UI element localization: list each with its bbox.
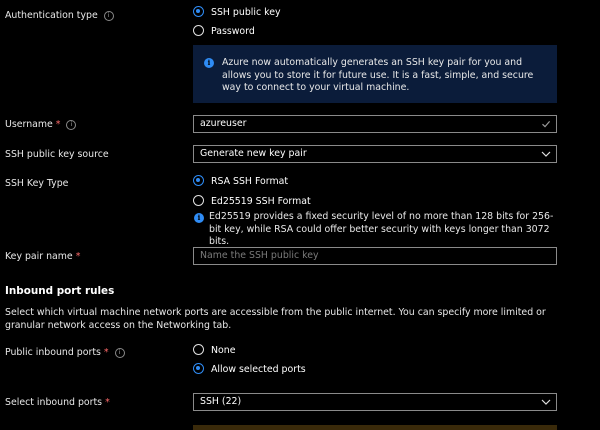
ssh-notice-box: i Azure now automatically generates an S… [193, 45, 557, 103]
radio-rsa[interactable] [193, 175, 204, 186]
key-type-label: SSH Key Type [5, 178, 69, 189]
ssh-notice-text: Azure now automatically generates an SSH… [222, 57, 534, 93]
required-asterisk: * [55, 119, 61, 130]
info-icon[interactable]: i [114, 347, 125, 358]
key-source-value: Generate new key pair [200, 148, 307, 159]
key-pair-name-label-text: Key pair name [5, 251, 73, 262]
key-pair-name-placeholder: Name the SSH public key [200, 250, 319, 261]
check-icon [542, 121, 551, 128]
radio-ssh-public-key-label[interactable]: SSH public key [211, 7, 281, 18]
username-value: azureuser [200, 118, 247, 129]
required-asterisk: * [105, 397, 110, 408]
info-icon[interactable]: i [103, 10, 114, 21]
radio-password[interactable] [193, 25, 204, 36]
chevron-down-icon [541, 151, 551, 157]
username-input[interactable]: azureuser [193, 115, 557, 133]
radio-ssh-public-key[interactable] [193, 6, 204, 17]
auth-type-text: Authentication type [5, 10, 98, 21]
public-ports-label-text: Public inbound ports [5, 347, 101, 358]
key-pair-name-label: Key pair name * [5, 251, 80, 262]
username-label-text: Username [5, 119, 53, 130]
info-icon: i [194, 213, 204, 223]
select-ports-dropdown[interactable]: SSH (22) [193, 393, 557, 411]
key-source-label: SSH public key source [5, 149, 109, 160]
radio-allow-selected[interactable] [193, 363, 204, 374]
required-asterisk: * [103, 347, 109, 358]
key-source-select[interactable]: Generate new key pair [193, 145, 557, 163]
key-pair-name-input[interactable]: Name the SSH public key [193, 247, 557, 265]
radio-password-label[interactable]: Password [211, 26, 255, 37]
select-ports-label: Select inbound ports * [5, 397, 110, 408]
radio-rsa-label[interactable]: RSA SSH Format [211, 176, 288, 187]
public-ports-label: Public inbound ports * i [5, 347, 125, 358]
required-asterisk: * [75, 251, 81, 262]
select-ports-value: SSH (22) [200, 396, 242, 407]
chevron-down-icon [541, 399, 551, 405]
key-type-hint: Ed25519 provides a fixed security level … [209, 211, 554, 247]
username-label: Username * i [5, 119, 77, 130]
auth-type-label: Authentication type i [5, 10, 114, 21]
select-ports-label-text: Select inbound ports [5, 397, 103, 408]
info-icon: i [204, 58, 214, 68]
radio-ed25519-label[interactable]: Ed25519 SSH Format [211, 196, 311, 207]
radio-ed25519[interactable] [193, 195, 204, 206]
radio-none[interactable] [193, 344, 204, 355]
inbound-description: Select which virtual machine network por… [5, 307, 546, 331]
info-icon[interactable]: i [66, 119, 77, 130]
warning-banner-edge [193, 425, 557, 430]
inbound-heading: Inbound port rules [5, 285, 115, 297]
radio-none-label[interactable]: None [211, 345, 235, 356]
radio-allow-selected-label[interactable]: Allow selected ports [211, 364, 306, 375]
